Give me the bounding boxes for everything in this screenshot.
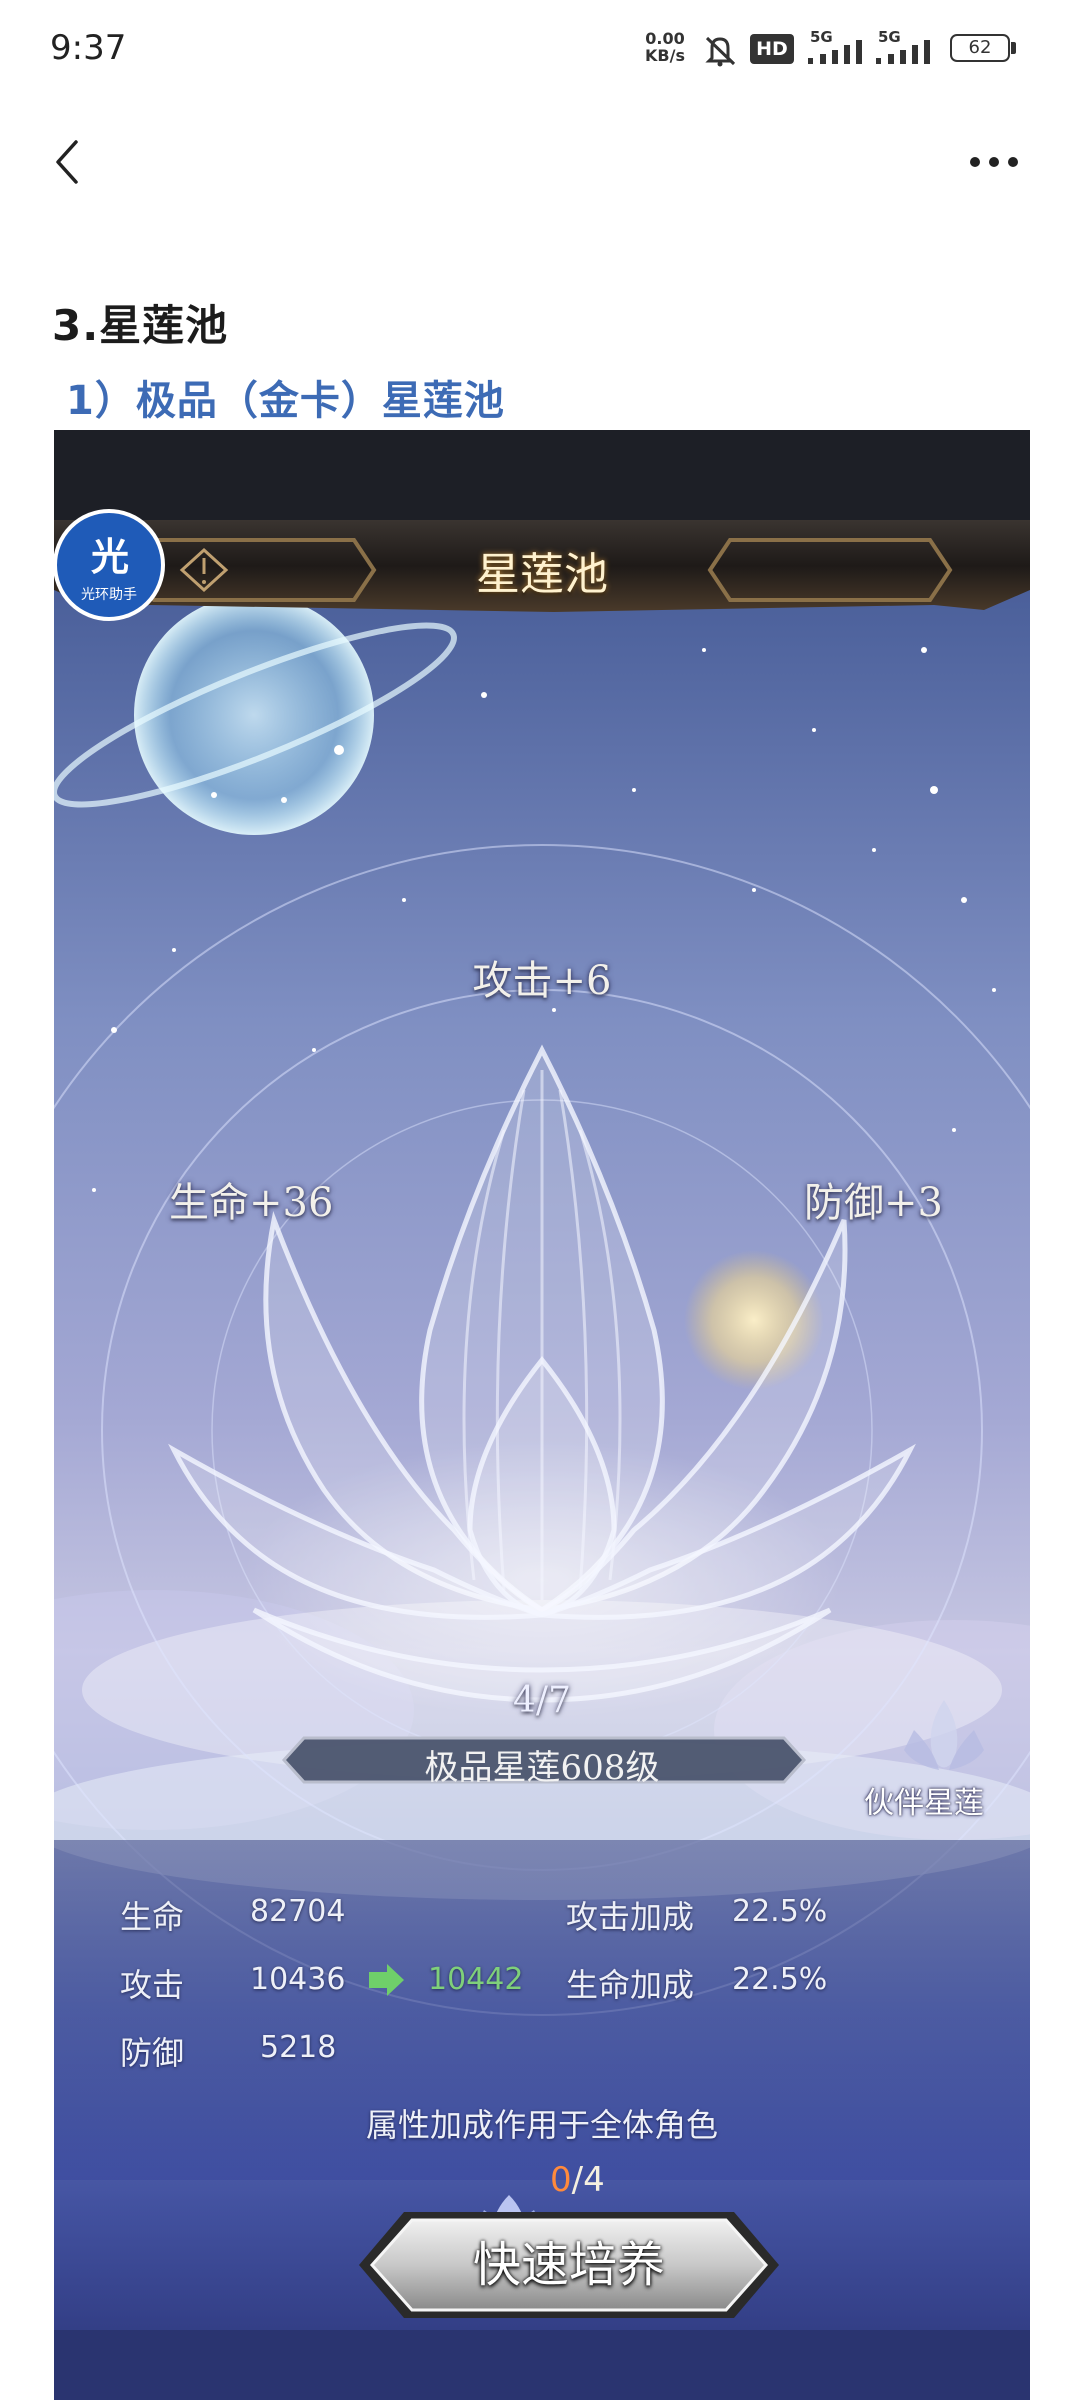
stat-atk-bonus-value: 22.5%	[732, 1894, 828, 1929]
stat-def-label: 防御	[120, 2034, 185, 2072]
bonus-hp: 生命+36	[169, 1180, 334, 1226]
battery-icon: 62	[950, 34, 1010, 62]
stat-def-value: 5218	[260, 2030, 337, 2065]
network-speed-value: 0.00	[645, 29, 685, 48]
stat-atk-label: 攻击	[120, 1966, 185, 2004]
stat-atk-bonus-label: 攻击加成	[566, 1898, 695, 1936]
article-heading: 3.星莲池	[52, 301, 229, 350]
bonus-defense: 防御+3	[804, 1180, 943, 1226]
back-button[interactable]	[40, 130, 100, 190]
cultivate-counter: 0/4	[550, 2160, 605, 2200]
stat-hp-label: 生命	[120, 1898, 185, 1936]
article-subheading: 1）极品（金卡）星莲池	[66, 378, 505, 424]
stat-atk-next: 10442	[428, 1962, 524, 1997]
stat-atk-value: 10436	[250, 1962, 346, 1997]
signal-icon	[876, 40, 930, 64]
network-speed: 0.00 KB/s	[645, 30, 685, 64]
battery-cap	[1011, 42, 1016, 54]
signal-icon	[808, 40, 862, 64]
bonus-note: 属性加成作用于全体角色	[365, 2106, 718, 2144]
counter-current: 0	[550, 2160, 572, 2200]
hd-icon: HD	[750, 34, 794, 64]
mute-bell-icon	[705, 36, 736, 67]
progress-label: 4/7	[513, 1680, 571, 1721]
battery-level: 62	[968, 37, 992, 58]
game-screenshot: 光 光环助手 星莲池 攻击+6 生命+36 防御+3 4/7 极品星莲608级 …	[54, 430, 1030, 2400]
quick-cultivate-button[interactable]: 快速培养	[372, 2220, 766, 2310]
stat-hp-bonus-value: 22.5%	[732, 1962, 828, 1997]
more-horizontal-icon	[970, 157, 1018, 167]
network-speed-unit: KB/s	[645, 46, 685, 65]
game-title: 星莲池	[476, 549, 608, 600]
stat-hp-bonus-label: 生命加成	[566, 1966, 695, 2004]
status-time: 9:37	[50, 28, 127, 68]
counter-max: 4	[583, 2160, 605, 2200]
counter-separator: /	[571, 2160, 584, 2200]
more-button[interactable]	[960, 140, 1030, 180]
chevron-left-icon	[56, 140, 78, 184]
status-bar: 9:37 0.00 KB/s HD 5G 5G 62	[0, 0, 1080, 100]
partner-lotus-button[interactable]: 伙伴星莲	[864, 1778, 984, 1822]
hd-label: HD	[756, 38, 788, 60]
stat-hp-value: 82704	[250, 1894, 346, 1929]
bonus-attack: 攻击+6	[472, 958, 612, 1004]
